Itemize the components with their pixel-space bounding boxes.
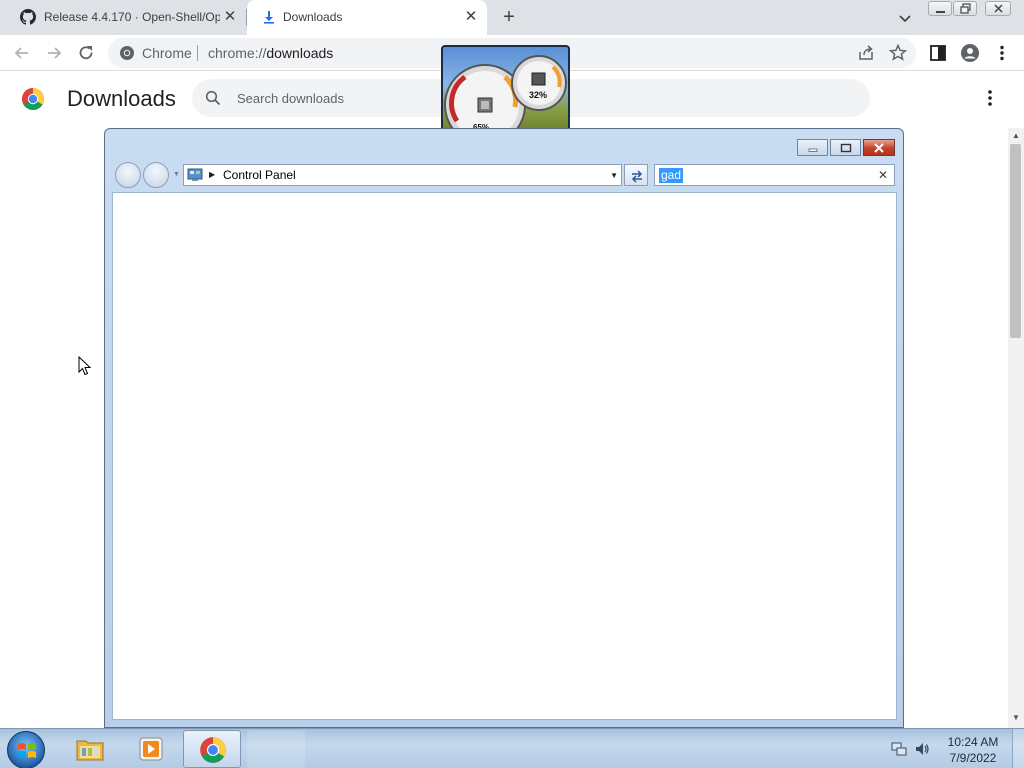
scroll-down-icon[interactable]: ▼ (1012, 714, 1020, 722)
close-button[interactable] (863, 139, 895, 156)
profile-avatar-icon[interactable] (960, 43, 980, 63)
download-icon (264, 11, 274, 24)
caption-buttons (797, 139, 895, 156)
more-actions-icon[interactable] (984, 88, 996, 108)
close-tab-icon[interactable]: ✕ (463, 9, 479, 25)
chrome-logo-icon (22, 88, 44, 110)
recent-pages-dropdown[interactable]: ▼ (173, 171, 180, 178)
windows-logo-icon (18, 743, 36, 758)
control-panel-address-bar[interactable]: ▶ Control Panel ▼ (183, 164, 622, 186)
minimize-button[interactable] (928, 1, 952, 16)
clear-search-icon[interactable]: ✕ (878, 168, 888, 182)
clock-date: 7/9/2022 (949, 751, 997, 765)
scroll-up-icon[interactable]: ▲ (1012, 132, 1020, 140)
taskbar-windows-explorer[interactable] (60, 730, 118, 768)
taskbar-chrome[interactable] (183, 730, 241, 768)
search-placeholder: Search downloads (237, 91, 344, 106)
close-icon (994, 4, 1003, 13)
search-selected-text: gad (659, 168, 684, 183)
breadcrumb-arrow-icon[interactable]: ▶ (209, 170, 215, 179)
scroll-thumb[interactable] (1010, 144, 1021, 338)
back-button[interactable] (115, 162, 141, 188)
tab-open-shell-release[interactable]: Release 4.4.170 · Open-Shell/Op ✕ (0, 0, 246, 35)
chrome-icon (120, 46, 134, 60)
taskbar-media-player[interactable] (121, 730, 179, 768)
breadcrumb-control-panel[interactable]: Control Panel (223, 168, 296, 182)
new-tab-button[interactable]: + (499, 7, 519, 27)
system-clock[interactable]: 10:24 AM 7/9/2022 (938, 734, 1008, 766)
forward-arrow-icon[interactable] (44, 43, 64, 63)
control-panel-search-input[interactable]: gad ✕ (654, 164, 895, 186)
omnibox-chip: Chrome (142, 45, 192, 61)
show-desktop-button[interactable] (1012, 729, 1024, 768)
control-panel-icon (187, 168, 203, 181)
omnibox-separator (197, 45, 198, 61)
forward-button[interactable] (143, 162, 169, 188)
address-dropdown-icon[interactable]: ▼ (610, 171, 618, 180)
gauge-icon (444, 55, 567, 133)
close-icon (874, 142, 884, 153)
minimize-button[interactable] (797, 139, 828, 156)
reload-icon[interactable] (76, 43, 96, 63)
control-panel-window[interactable]: ▼ ▶ Control Panel ▼ gad ✕ (104, 128, 904, 728)
maximize-button[interactable] (830, 139, 861, 156)
kebab-menu-icon[interactable] (992, 43, 1012, 63)
back-arrow-icon[interactable] (12, 43, 32, 63)
refresh-icon (631, 170, 643, 183)
tab-title: Downloads (283, 10, 343, 24)
chevron-down-icon[interactable] (896, 9, 914, 27)
cpu-meter-gadget[interactable]: 32% 65% (441, 45, 570, 135)
network-icon[interactable] (891, 741, 907, 757)
taskbar-empty-slot[interactable] (247, 730, 305, 768)
taskbar: 10:24 AM 7/9/2022 (0, 728, 1024, 768)
side-panel-icon[interactable] (928, 43, 948, 63)
refresh-button[interactable] (624, 164, 648, 186)
maximize-icon (840, 143, 851, 152)
share-icon[interactable] (856, 43, 876, 63)
folder-icon (76, 740, 104, 761)
start-button[interactable] (7, 731, 45, 768)
minimize-icon (808, 148, 817, 152)
close-tab-icon[interactable]: ✕ (222, 9, 238, 25)
page-scrollbar[interactable]: ▲ ▼ (1008, 128, 1024, 728)
github-icon (20, 9, 36, 25)
tab-title: Release 4.4.170 · Open-Shell/Op (44, 10, 220, 24)
control-panel-results-area (112, 192, 897, 720)
mouse-cursor-icon (78, 356, 92, 376)
omnibox-url: chrome://downloads (208, 45, 333, 61)
restore-button[interactable] (953, 1, 977, 16)
close-window-button[interactable] (985, 1, 1011, 16)
volume-icon[interactable] (914, 741, 930, 757)
tab-strip: Release 4.4.170 · Open-Shell/Op ✕ Downlo… (0, 0, 1024, 35)
url-scheme: chrome:// (208, 45, 267, 61)
minimize-icon (936, 11, 945, 13)
memory-readout: 32% (529, 90, 548, 100)
tab-downloads[interactable]: Downloads ✕ (247, 0, 487, 35)
restore-icon (960, 3, 971, 14)
media-player-icon (139, 737, 163, 761)
page-title: Downloads (67, 86, 176, 111)
bookmark-star-icon[interactable] (888, 43, 908, 63)
url-host: downloads (266, 45, 334, 61)
search-icon (205, 90, 221, 106)
chrome-icon (200, 737, 226, 763)
clock-time: 10:24 AM (947, 735, 999, 749)
